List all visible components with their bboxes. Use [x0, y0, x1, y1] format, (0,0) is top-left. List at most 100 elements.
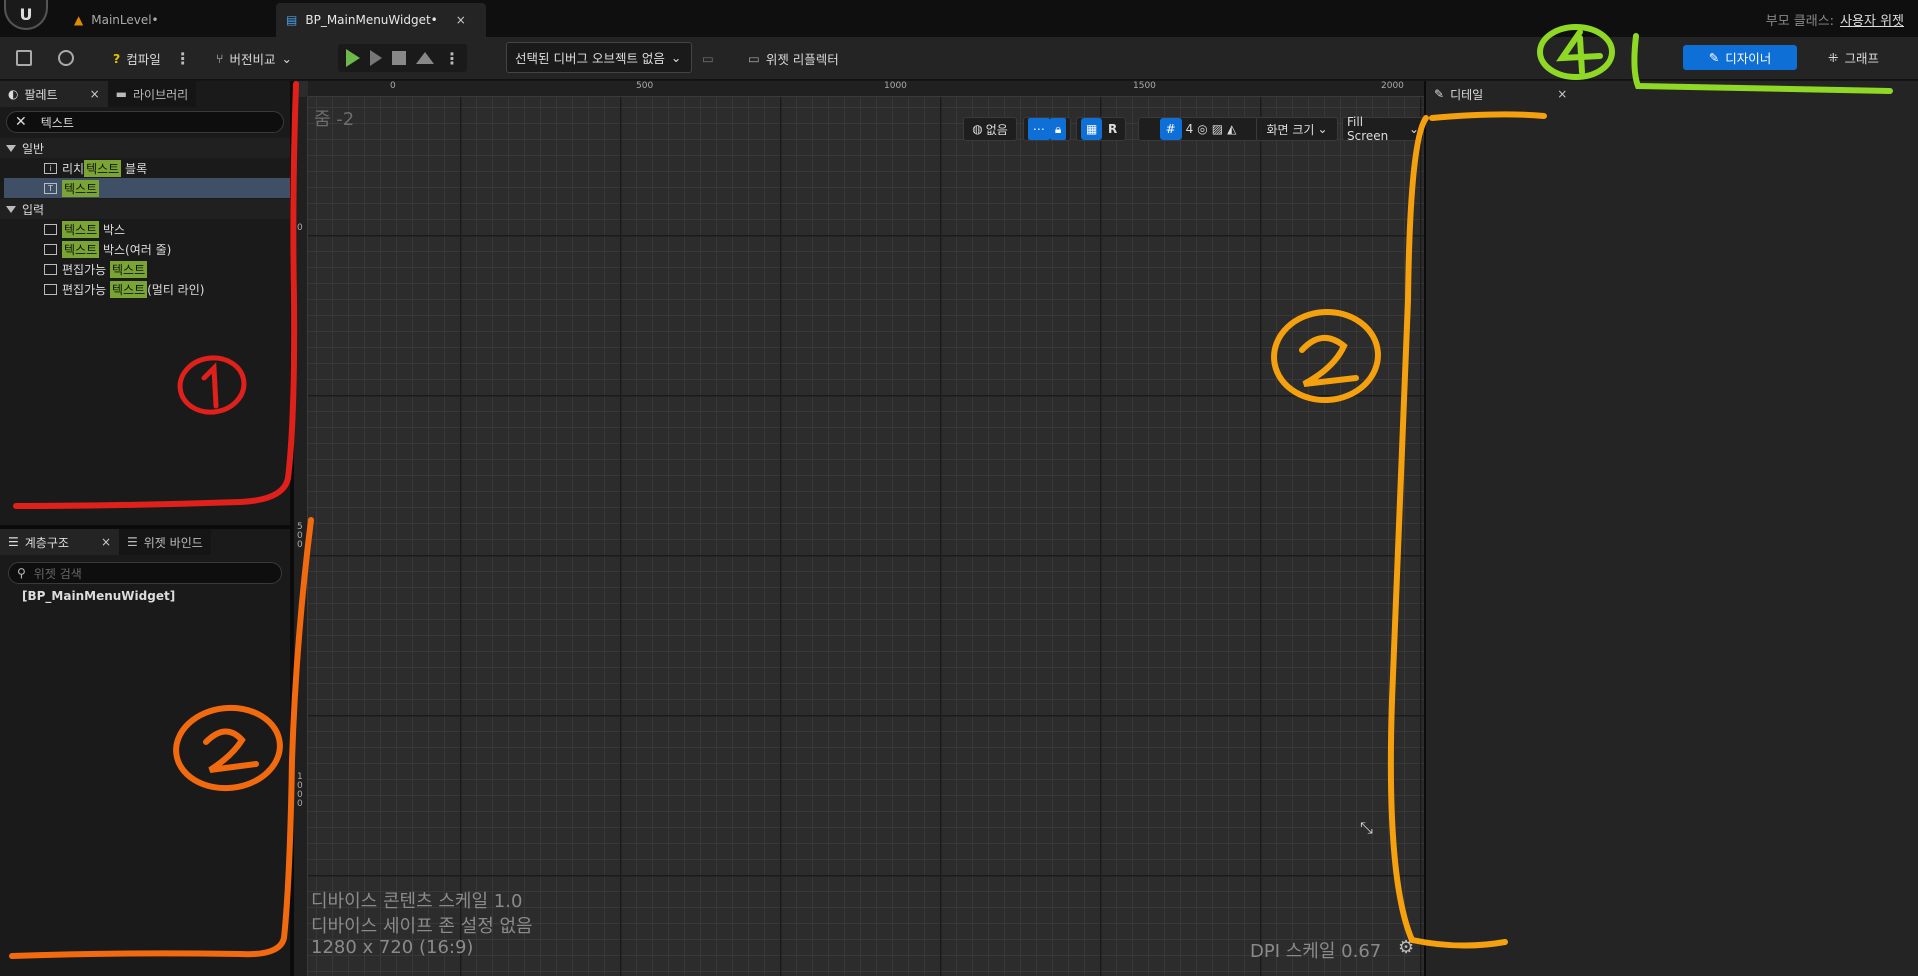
widget-canvas[interactable]: 줌 -2 ◍ 없음 ⋯ 🔒︎ ▦ R # 4 ◎ ▨ ◭ 화면 크기 ⌄ Fil… [308, 97, 1424, 976]
category-input[interactable]: 입력 [0, 199, 290, 219]
diff-button[interactable]: ⑂ 버전비교 ⌄ [216, 44, 292, 72]
designer-button[interactable]: ✎ 디자이너 [1683, 45, 1797, 70]
close-tab-icon[interactable]: × [456, 13, 466, 27]
tab-library[interactable]: ▬ 라이브러리 [107, 81, 197, 107]
chevron-down-icon: ⌄ [1408, 122, 1419, 136]
palette-item-editable-text[interactable]: 편집가능 텍스트 [4, 259, 290, 279]
binding-tab-label: 위젯 바인드 [143, 535, 203, 550]
mirror-icon[interactable]: ◭ [1227, 122, 1236, 136]
unreal-logo-icon[interactable]: U [4, 0, 48, 30]
compile-button[interactable]: ? 컴파일 ⋮ [113, 44, 191, 72]
step-icon[interactable] [370, 50, 382, 66]
multiline-text-box-icon [44, 243, 57, 255]
select-toggle-icon[interactable]: ⋯ [1027, 118, 1050, 140]
hierarchy-tab-label: 계층구조 [24, 535, 69, 550]
gear-icon[interactable]: ⚙ [1398, 937, 1414, 958]
tab-hierarchy[interactable]: ☰ 계층구조 × [0, 529, 119, 555]
clear-search-icon[interactable]: ✕ [15, 114, 27, 130]
play-icon[interactable] [346, 49, 360, 67]
widget-reflector-button[interactable]: ▭ 위젯 리플렉터 [748, 44, 839, 72]
palette-tab-label: 팔레트 [24, 87, 58, 102]
screen-size-dropdown[interactable]: 화면 크기 ⌄ [1256, 117, 1338, 141]
ruler-tick-label: 1000 [884, 81, 907, 91]
eject-icon[interactable] [416, 52, 434, 64]
palette-search-input[interactable]: ✕ 텍스트 [6, 111, 284, 133]
item-suffix: 블록 [121, 161, 148, 176]
hierarchy-root-item[interactable]: [BP_MainMenuWidget] [22, 589, 175, 603]
graph-label: 그래프 [1844, 51, 1879, 66]
save-button[interactable] [16, 44, 32, 72]
fill-screen-dropdown[interactable]: Fill Screen ⌄ [1342, 115, 1424, 143]
ruler-tick-label: 500 [297, 522, 303, 550]
item-highlight: 텍스트 [109, 280, 148, 298]
zoom-level: 줌 -2 [314, 109, 355, 130]
resolution-label: 1280 x 720 (16:9) [311, 937, 474, 958]
category-label: 입력 [22, 202, 45, 217]
item-highlight: 텍스트 [62, 240, 100, 258]
grid-snap-value[interactable]: 4 [1186, 122, 1194, 136]
fill-screen-label: Fill Screen [1347, 115, 1389, 143]
compile-options-icon[interactable]: ⋮ [175, 49, 191, 68]
ruler-tick-label: 1500 [1133, 81, 1156, 91]
localization-preview-button[interactable]: ◍ 없음 [963, 117, 1017, 141]
close-icon[interactable]: × [101, 535, 111, 549]
screen-size-label: 화면 크기 [1266, 122, 1315, 137]
item-prefix: 리치 [62, 161, 85, 176]
parent-class-label: 부모 클래스: [1765, 14, 1835, 29]
close-icon[interactable]: × [90, 87, 100, 101]
rich-text-icon: i [44, 162, 57, 174]
device-safe-zone: 디바이스 세이프 존 설정 없음 [311, 916, 533, 937]
resize-handle-icon[interactable]: ⤡ [1360, 818, 1373, 838]
tab-palette[interactable]: ◐ 팔레트 × [0, 81, 108, 107]
library-tab-label: 라이브러리 [133, 87, 189, 102]
grid-icon[interactable]: # [1159, 118, 1182, 140]
parent-class-link[interactable]: 사용자 위젯 [1840, 14, 1904, 29]
layout-icon[interactable]: ▦ [1081, 118, 1103, 140]
palette-item-rich-text-block[interactable]: i 리치 텍스트 블록 [4, 158, 290, 178]
palette-panel: ◐ 팔레트 × ▬ 라이브러리 ✕ 텍스트 일반 i 리치 텍스트 블록 T 텍… [0, 81, 290, 525]
tab-main-level-label: MainLevel• [91, 13, 159, 27]
widget-search-input[interactable]: ⚲ 위젯 검색 [8, 562, 282, 584]
lock-icon[interactable]: 🔒︎ [1049, 118, 1067, 140]
debug-browse-button[interactable]: ▭ [702, 44, 714, 72]
palette-item-text[interactable]: T 텍스트 [4, 178, 290, 198]
ruler-left: 0 500 1000 [294, 97, 308, 976]
tab-bp-main-menu-widget[interactable]: ▤ BP_MainMenuWidget• × [276, 3, 486, 37]
category-label: 일반 [22, 141, 45, 156]
play-options-icon[interactable]: ⋮ [444, 49, 460, 68]
expand-icon [6, 205, 16, 213]
tab-main-level[interactable]: ▲ MainLevel• [64, 3, 169, 37]
ruler-tick-label: 2000 [1381, 81, 1404, 91]
editable-text-icon [44, 263, 57, 275]
r-toggle[interactable]: R [1104, 122, 1121, 136]
debug-object-label: 선택된 디버그 오브젝트 없음 [515, 51, 665, 66]
palette-item-text-box[interactable]: 텍스트 박스 [4, 219, 290, 239]
item-suffix: 박스 [99, 222, 126, 237]
search-icon: ⚲ [17, 566, 26, 580]
outline-icon[interactable]: ◎ [1197, 122, 1207, 136]
graph-button[interactable]: ⁜ 그래프 [1828, 45, 1879, 70]
diff-icon: ⑂ [216, 50, 224, 66]
device-content-scale: 디바이스 콘텐츠 스케일 1.0 [311, 891, 523, 912]
category-general[interactable]: 일반 [0, 138, 290, 158]
item-prefix: 편집가능 [62, 262, 110, 277]
folder-icon: ▬ [115, 87, 128, 101]
tab-widget-binding[interactable]: ☰ 위젯 바인드 [119, 529, 211, 555]
localization-label: 없음 [985, 122, 1008, 137]
browse-button[interactable] [58, 44, 74, 72]
stop-icon[interactable] [392, 51, 406, 65]
designer-viewport[interactable]: 0 500 1000 1500 2000 0 500 1000 줌 -2 ◍ 없… [294, 81, 1424, 976]
grid-snap-group: # 4 ◎ ▨ ◭ [1138, 117, 1258, 141]
tab-details[interactable]: ✎ 디테일 × [1426, 81, 1586, 107]
folder-icon: ▭ [702, 50, 714, 66]
chevron-down-icon: ⌄ [281, 50, 293, 66]
item-highlight: 텍스트 [62, 220, 100, 238]
debug-object-dropdown[interactable]: 선택된 디버그 오브젝트 없음 ⌄ [506, 42, 692, 73]
palette-item-multiline-text-box[interactable]: 텍스트 박스(여러 줄) [4, 239, 290, 259]
item-suffix: (멀티 라인) [147, 282, 205, 297]
close-icon[interactable]: × [1557, 87, 1567, 101]
widget-search-placeholder: 위젯 검색 [33, 566, 82, 581]
palette-item-editable-multiline-text[interactable]: 편집가능 텍스트 (멀티 라인) [4, 279, 290, 299]
image-icon[interactable]: ▨ [1212, 122, 1223, 136]
reflector-icon: ▭ [748, 50, 760, 66]
